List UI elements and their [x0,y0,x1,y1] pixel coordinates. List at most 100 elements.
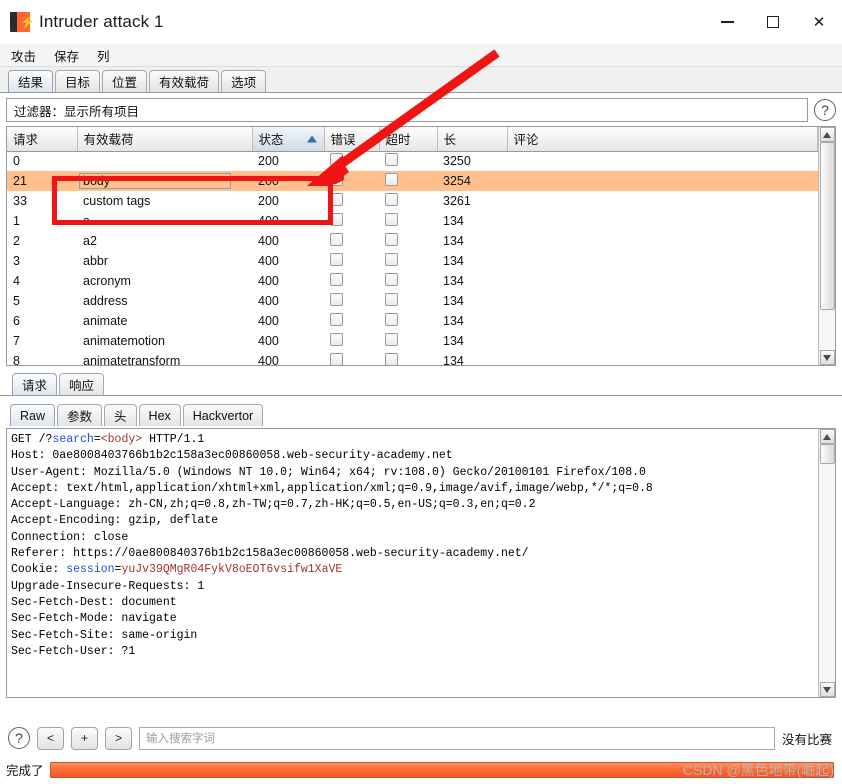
scroll-up-icon[interactable] [819,127,835,142]
cell-error[interactable] [324,151,379,171]
error-checkbox[interactable] [330,253,343,266]
request-scrollbar[interactable] [818,429,835,697]
tab-target[interactable]: 目标 [55,70,101,92]
table-row[interactable]: 3 abbr 400 134 [7,251,818,271]
cell-timeout[interactable] [379,351,437,365]
request-scroll-track[interactable] [819,444,835,682]
cell-error[interactable] [324,271,379,291]
cell-timeout[interactable] [379,291,437,311]
results-scrollbar[interactable] [818,127,835,365]
table-row[interactable]: 21 body 200 3254 [7,171,818,191]
tab-params[interactable]: 参数 [57,404,103,426]
table-row[interactable]: 5 address 400 134 [7,291,818,311]
maximize-button[interactable] [750,0,796,44]
cell-payload[interactable] [77,151,252,171]
cell-timeout[interactable] [379,311,437,331]
previous-match-button[interactable]: < [37,726,64,750]
next-match-button[interactable]: > [105,726,132,750]
tab-results[interactable]: 结果 [8,70,54,92]
error-checkbox[interactable] [330,293,343,306]
cell-error[interactable] [324,351,379,365]
cell-error[interactable] [324,191,379,211]
scroll-down-icon[interactable] [819,350,835,365]
table-row[interactable]: 0 200 3250 [7,151,818,171]
cell-payload[interactable]: body [77,171,252,191]
tab-response[interactable]: 响应 [59,373,105,395]
timeout-checkbox[interactable] [385,313,398,326]
cell-timeout[interactable] [379,271,437,291]
menu-item-attack[interactable]: 攻击 [9,45,38,66]
timeout-checkbox[interactable] [385,273,398,286]
column-header-error[interactable]: 错误 [324,127,380,152]
cell-payload[interactable]: a2 [77,231,252,251]
table-row[interactable]: 6 animate 400 134 [7,311,818,331]
cell-error[interactable] [324,251,379,271]
tab-positions[interactable]: 位置 [102,70,148,92]
cell-timeout[interactable] [379,211,437,231]
table-row[interactable]: 4 acronym 400 134 [7,271,818,291]
tab-hackvertor[interactable]: Hackvertor [182,404,264,426]
error-checkbox[interactable] [330,313,343,326]
request-scroll-down-icon[interactable] [819,682,835,697]
scroll-thumb[interactable] [819,142,835,310]
table-row[interactable]: 8 animatetransform 400 134 [7,351,818,365]
cell-timeout[interactable] [379,231,437,251]
error-checkbox[interactable] [330,333,343,346]
menu-item-columns[interactable]: 列 [95,45,112,66]
filter-bar[interactable]: 过滤器： 显示所有项目 [6,98,808,122]
error-checkbox[interactable] [330,193,343,206]
timeout-checkbox[interactable] [385,353,398,365]
cell-payload[interactable]: a [77,211,252,231]
timeout-checkbox[interactable] [385,173,398,186]
cell-timeout[interactable] [379,151,437,171]
cell-payload[interactable]: animatemotion [77,331,252,351]
cell-error[interactable] [324,211,379,231]
column-header-request[interactable]: 请求 [7,127,78,152]
cell-error[interactable] [324,311,379,331]
error-checkbox[interactable] [330,173,343,186]
column-header-comment[interactable]: 评论 [507,127,818,152]
error-checkbox[interactable] [330,353,343,365]
help-icon[interactable]: ? [814,99,836,121]
request-scroll-thumb[interactable] [819,444,835,464]
cell-error[interactable] [324,291,379,311]
cell-payload[interactable]: custom tags [77,191,252,211]
table-row[interactable]: 2 a2 400 134 [7,231,818,251]
error-checkbox[interactable] [330,233,343,246]
tab-request[interactable]: 请求 [12,373,58,395]
cell-payload[interactable]: abbr [77,251,252,271]
cell-payload[interactable]: animatetransform [77,351,252,365]
scroll-track[interactable] [819,142,835,350]
error-checkbox[interactable] [330,153,343,167]
minimize-button[interactable] [704,0,750,44]
add-search-button[interactable]: + [71,726,98,750]
column-header-payload[interactable]: 有效载荷 [77,127,253,152]
timeout-checkbox[interactable] [385,213,398,226]
cell-timeout[interactable] [379,331,437,351]
error-checkbox[interactable] [330,213,343,226]
tab-hex[interactable]: Hex [138,404,181,426]
search-input[interactable]: 输入搜索字词 [139,726,775,750]
column-header-timeout[interactable]: 超时 [379,127,438,152]
timeout-checkbox[interactable] [385,253,398,266]
cell-payload[interactable]: acronym [77,271,252,291]
cell-timeout[interactable] [379,251,437,271]
table-row[interactable]: 1 a 400 134 [7,211,818,231]
tab-headers[interactable]: 头 [104,404,137,426]
cell-timeout[interactable] [379,191,437,211]
timeout-checkbox[interactable] [385,193,398,206]
column-header-length[interactable]: 长 [437,127,508,152]
table-row[interactable]: 33 custom tags 200 3261 [7,191,818,211]
cell-timeout[interactable] [379,171,437,191]
timeout-checkbox[interactable] [385,153,398,167]
cell-error[interactable] [324,171,379,191]
close-icon[interactable]: ✕ [796,0,842,44]
tab-raw[interactable]: Raw [10,404,56,426]
request-raw-text[interactable]: GET /?search=<body> HTTP/1.1 Host: 0ae80… [7,429,818,697]
cell-error[interactable] [324,331,379,351]
timeout-checkbox[interactable] [385,293,398,306]
table-row[interactable]: 7 animatemotion 400 134 [7,331,818,351]
tab-options[interactable]: 选项 [221,70,267,92]
column-header-status[interactable]: 状态 [252,127,325,152]
cell-error[interactable] [324,231,379,251]
